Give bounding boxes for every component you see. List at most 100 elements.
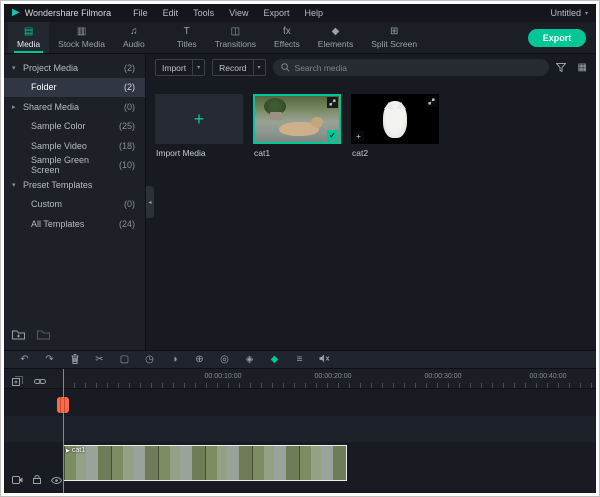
pan-zoom-icon[interactable]: ◎: [212, 355, 237, 365]
snap-link-icon[interactable]: [34, 373, 46, 391]
media-item-cat2[interactable]: + cat2: [351, 94, 439, 158]
cat1-thumbnail[interactable]: ✓: [253, 94, 341, 144]
sidebar-item-custom[interactable]: Custom (0): [4, 195, 145, 215]
media-search[interactable]: [273, 59, 549, 76]
import-media-thumb[interactable]: +: [155, 94, 243, 144]
tab-titles[interactable]: T Titles: [168, 22, 206, 53]
tile-label: cat2: [351, 144, 439, 158]
stock-media-icon: ▥: [77, 27, 86, 37]
tree-open-icon[interactable]: ▾: [12, 64, 23, 72]
cat2-thumbnail[interactable]: +: [351, 94, 439, 144]
project-name-menu[interactable]: Untitled ▾: [550, 8, 588, 18]
split-scissors-icon[interactable]: ✂: [87, 355, 112, 365]
tab-split-screen[interactable]: ⊞ Split Screen: [362, 22, 426, 53]
motion-tracking-icon[interactable]: ◈: [237, 355, 262, 365]
tab-label: Effects: [274, 39, 300, 49]
menu-help[interactable]: Help: [300, 8, 329, 18]
tile-label: Import Media: [155, 144, 243, 158]
playhead-line[interactable]: [63, 369, 64, 493]
ruler-ticks: [63, 383, 596, 388]
add-track-icon[interactable]: [12, 373, 23, 391]
item-count: (10): [119, 160, 135, 170]
delete-icon[interactable]: [62, 354, 87, 365]
speed-clock-icon[interactable]: ◷: [137, 355, 162, 365]
crop-icon[interactable]: ▢: [112, 355, 137, 365]
export-button[interactable]: Export: [528, 29, 586, 47]
tab-label: Media: [17, 39, 40, 49]
effects-icon: fx: [283, 27, 291, 37]
menu-export[interactable]: Export: [258, 8, 294, 18]
tab-elements[interactable]: ◆ Elements: [309, 22, 362, 53]
transitions-icon: ◫: [231, 27, 240, 37]
menu-tools[interactable]: Tools: [188, 8, 219, 18]
sidebar-folder-actions: [12, 327, 50, 345]
sidebar-item-sample-green-screen[interactable]: Sample Green Screen (10): [4, 156, 145, 176]
menu-file[interactable]: File: [128, 8, 153, 18]
record-dropdown[interactable]: Record ▾: [212, 59, 265, 76]
import-label: Import: [156, 60, 192, 75]
search-input[interactable]: [295, 63, 541, 73]
tab-audio[interactable]: ♫ Audio: [114, 22, 154, 53]
menu-view[interactable]: View: [224, 8, 253, 18]
timeline-ruler[interactable]: 00:00:10:00 00:00:20:00 00:00:30:00 00:0…: [4, 369, 596, 389]
empty-track[interactable]: [4, 416, 596, 442]
keyframe-icon[interactable]: ◆: [262, 355, 287, 365]
sidebar-item-shared-media[interactable]: ▸ Shared Media (0): [4, 97, 145, 117]
chroma-key-icon[interactable]: ⊕: [187, 355, 212, 365]
sidebar-item-label: Folder: [31, 82, 57, 92]
chevron-down-icon: ▾: [585, 10, 588, 17]
preview-expand-icon[interactable]: [426, 96, 437, 107]
timeline-clip-cat1[interactable]: ▶ cat1: [63, 445, 347, 481]
tab-stock-media[interactable]: ▥ Stock Media: [49, 22, 114, 53]
chevron-down-icon[interactable]: ▾: [192, 60, 204, 75]
tree-closed-icon[interactable]: ▸: [12, 103, 23, 111]
media-item-cat1[interactable]: ✓ cat1: [253, 94, 341, 158]
mute-icon[interactable]: [312, 354, 337, 364]
delete-folder-icon[interactable]: [37, 327, 50, 345]
sidebar-item-preset-templates[interactable]: ▾ Preset Templates: [4, 175, 145, 195]
import-media-tile[interactable]: + Import Media: [155, 94, 243, 158]
sidebar-item-label: Shared Media: [23, 102, 79, 112]
menu-edit[interactable]: Edit: [158, 8, 184, 18]
chevron-down-icon[interactable]: ▾: [253, 60, 265, 75]
import-dropdown[interactable]: Import ▾: [155, 59, 205, 76]
menubar: ▶ Wondershare Filmora File Edit Tools Vi…: [4, 4, 596, 22]
tab-label: Audio: [123, 39, 145, 49]
undo-icon[interactable]: ↶: [12, 355, 37, 365]
filmora-logo-icon: ▶: [12, 8, 20, 18]
sidebar-item-label: Sample Green Screen: [31, 155, 119, 175]
lock-track-icon[interactable]: [33, 471, 41, 489]
audio-mixer-icon[interactable]: ≡: [287, 355, 312, 365]
sidebar-collapse-handle[interactable]: ◂: [146, 186, 154, 218]
item-count: (25): [119, 121, 135, 131]
tab-transitions[interactable]: ◫ Transitions: [206, 22, 265, 53]
eye-visibility-icon[interactable]: [51, 471, 62, 489]
sidebar-item-label: Preset Templates: [23, 180, 92, 190]
tab-media[interactable]: ▤ Media: [8, 22, 49, 53]
sidebar-item-label: Project Media: [23, 63, 78, 73]
playhead-handle[interactable]: [57, 397, 69, 413]
plus-icon: +: [155, 94, 243, 144]
sidebar-item-label: All Templates: [31, 219, 84, 229]
color-correction-icon[interactable]: ◑: [162, 355, 187, 365]
grid-view-icon[interactable]: ▦: [578, 63, 587, 73]
sidebar-item-sample-color[interactable]: Sample Color (25): [4, 117, 145, 137]
tree-open-icon[interactable]: ▾: [12, 181, 23, 189]
filter-icon[interactable]: [556, 59, 566, 77]
new-folder-icon[interactable]: [12, 327, 25, 345]
sidebar-item-sample-video[interactable]: Sample Video (18): [4, 136, 145, 156]
redo-icon[interactable]: ↷: [37, 355, 62, 365]
add-to-timeline-icon[interactable]: +: [353, 131, 364, 142]
timeline-toolbar: ↶ ↷ ✂ ▢ ◷ ◑ ⊕ ◎ ◈ ◆ ≡: [4, 350, 596, 369]
track-tools: [12, 373, 46, 391]
sidebar-item-folder[interactable]: Folder (2): [4, 78, 145, 98]
tab-effects[interactable]: fx Effects: [265, 22, 309, 53]
item-count: (2): [124, 82, 135, 92]
timeline-area: 00:00:10:00 00:00:20:00 00:00:30:00 00:0…: [4, 369, 596, 493]
selected-check-icon[interactable]: ✓: [327, 130, 338, 141]
tab-label: Elements: [318, 39, 353, 49]
track-type-icon[interactable]: [12, 471, 23, 489]
sidebar-item-all-templates[interactable]: All Templates (24): [4, 214, 145, 234]
preview-expand-icon[interactable]: [327, 97, 338, 108]
sidebar-item-project-media[interactable]: ▾ Project Media (2): [4, 58, 145, 78]
